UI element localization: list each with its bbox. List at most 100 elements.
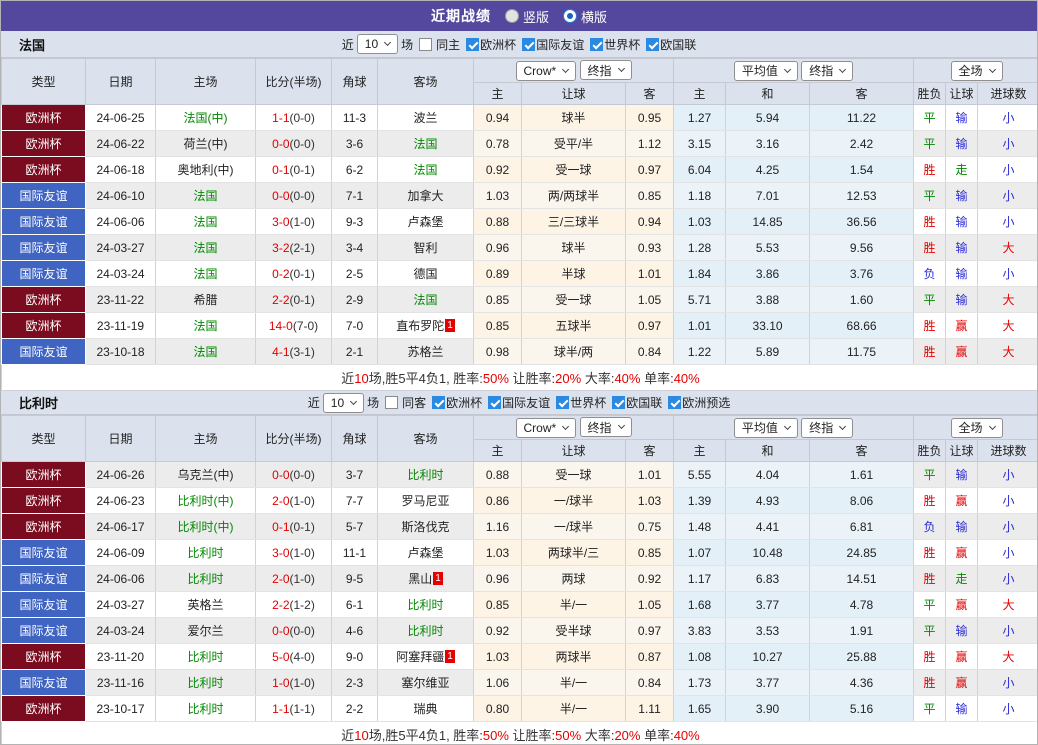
competition-type: 国际友谊 [1,234,86,261]
scope-select-1[interactable]: 全场 [950,417,1003,438]
odds-company-select-1[interactable]: Crow* [515,417,577,438]
chevron-down-icon [350,397,358,405]
avg-away: 8.06 [809,487,915,514]
competition-checkbox-1-3[interactable]: 欧国联 [612,394,662,411]
summary-row: 近10场,胜5平4负1, 胜率:50% 让胜率:20% 大率:40% 单率:40… [1,364,1037,391]
competition-label: 欧洲杯 [446,396,483,410]
filters: 近 10 场 同主 欧洲杯 国际友谊 世界杯 欧国联 [342,34,696,54]
avg-away: 14.51 [809,565,915,592]
layout-radio-vertical[interactable]: 竖版 [504,7,549,26]
avg-away: 11.22 [809,104,915,131]
avg-draw: 3.86 [725,260,811,287]
away-team: 斯洛伐克 [377,513,474,540]
competition-label: 国际友谊 [536,37,585,52]
odds-company-select-0[interactable]: Crow* [515,60,577,81]
avg-home: 1.28 [673,234,727,261]
avg-draw: 5.53 [725,234,811,261]
handicap: 受一球 [521,286,626,313]
corners: 2-1 [331,338,378,365]
radio-selected-icon [563,9,577,23]
match-date: 23-11-16 [85,669,156,696]
col-date: 日期 [85,415,156,462]
competition-checkbox-1-0[interactable]: 欧洲杯 [432,394,482,411]
layout-radio-horizontal[interactable]: 横版 [563,7,607,26]
home-team: 法国 [155,312,256,339]
competition-checkbox-0-2[interactable]: 世界杯 [590,36,640,53]
home-team: 希腊 [155,286,256,313]
result-wdl: 胜 [913,643,947,670]
col-handicap: 让球 [521,439,626,462]
odds-away: 0.95 [624,104,675,131]
avg-company-select-0[interactable]: 平均值 [733,60,798,81]
matches-table: 类型 日期 主场 比分(半场) 角球 客场 Crow* 终指 平均值 终指 全场主让球客主和客胜… [1,415,1037,744]
competition-checkbox-0-1[interactable]: 国际友谊 [522,36,584,53]
avg-away: 9.56 [809,234,915,261]
handicap: 球半/两 [521,338,626,365]
avg-draw: 7.01 [725,182,811,209]
result-handicap: 输 [945,130,979,157]
col-avg-home: 主 [673,439,727,462]
competition-checkbox-1-2[interactable]: 世界杯 [556,394,606,411]
same-venue-checkbox-1[interactable]: 同客 [385,394,426,411]
recent-results-page: 近期战绩 竖版 横版 法国近 10 场同主 欧洲杯 国际友谊 世界杯 欧国联 类型 日期 主场 比分… [0,0,1038,745]
team-name: 比利时 [19,396,59,411]
match-date: 24-03-24 [85,617,156,644]
odds-home: 0.94 [473,104,522,131]
match-date: 24-06-09 [85,539,156,566]
odds-stage-select-0[interactable]: 终指 [579,60,632,81]
avg-draw: 10.48 [725,539,811,566]
competition-checkbox-1-1[interactable]: 国际友谊 [488,394,550,411]
competition-type: 欧洲杯 [1,156,86,183]
competition-type: 欧洲杯 [1,643,86,670]
avg-stage-select-1[interactable]: 终指 [801,417,854,438]
near-label: 近 [307,396,320,410]
avg-home: 5.71 [673,286,727,313]
home-team: 比利时 [155,669,256,696]
away-team: 法国 [377,286,474,313]
competition-label: 欧国联 [626,396,663,410]
avg-away: 24.85 [809,539,915,566]
competition-type: 国际友谊 [1,338,86,365]
avg-company-select-1[interactable]: 平均值 [733,417,798,438]
result-handicap: 赢 [945,338,979,365]
result-wdl: 平 [913,104,947,131]
games-count-select-0[interactable]: 10 [356,34,399,54]
games-count-select-1-value: 10 [330,395,345,410]
competition-checkbox-1-4[interactable]: 欧洲预选 [668,394,730,411]
competition-checkbox-0-0[interactable]: 欧洲杯 [466,36,516,53]
avg-away: 1.54 [809,156,915,183]
result-wdl: 平 [913,286,947,313]
competition-label: 欧洲杯 [480,37,517,52]
away-team: 比利时 [377,617,474,644]
result-handicap: 输 [945,695,979,722]
section-summary: 近10场,胜5平4负1, 胜率:50% 让胜率:50% 大率:20% 单率:40… [1,721,1037,744]
scope-select-0-value: 全场 [958,64,983,78]
col-odds-away: 客 [624,439,675,462]
result-goals: 大 [977,338,1037,365]
odds-stage-select-1[interactable]: 终指 [579,417,632,438]
scope-select-0[interactable]: 全场 [950,60,1003,81]
col-date: 日期 [85,58,156,105]
result-wdl: 负 [913,260,947,287]
odds-home: 0.89 [473,260,522,287]
same-venue-checkbox-0[interactable]: 同主 [419,36,460,53]
away-team: 直布罗陀 1 [377,312,474,339]
games-count-select-1[interactable]: 10 [322,392,365,413]
avg-stage-select-0[interactable]: 终指 [801,60,854,81]
away-team: 波兰 [377,104,474,131]
odds-home: 0.86 [473,487,522,514]
match-date: 24-06-18 [85,156,156,183]
score: 2-2(0-1) [255,286,332,313]
competition-checkbox-0-3[interactable]: 欧国联 [646,36,696,53]
odds-away: 1.05 [624,591,675,618]
rank-badge: 1 [445,650,455,663]
match-date: 23-11-20 [85,643,156,670]
away-team: 阿塞拜疆 1 [377,643,474,670]
corners: 5-7 [331,513,378,540]
match-row: 国际友谊 23-11-16 比利时 1-0(1-0) 2-3 塞尔维亚 1.06 半/一 0.8… [1,669,1037,696]
score: 0-1(0-1) [255,513,332,540]
result-wdl: 胜 [913,156,947,183]
col-odds-home: 主 [473,82,522,105]
odds-home: 0.85 [473,591,522,618]
corners: 6-1 [331,591,378,618]
